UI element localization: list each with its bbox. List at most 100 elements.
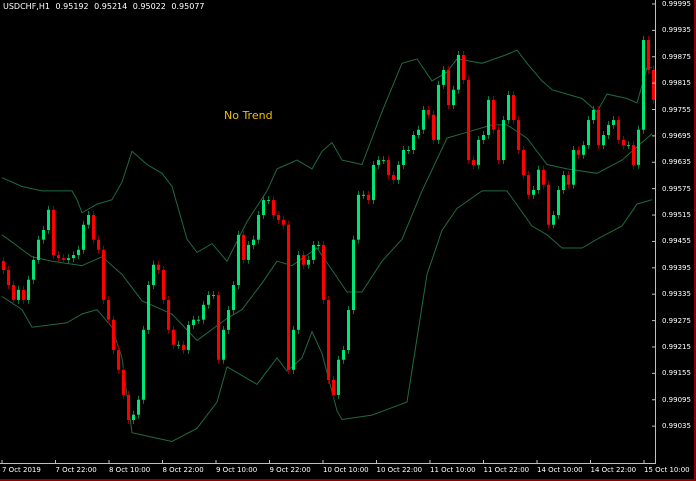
candle-body [327,299,330,380]
symbol-label: USDCHF,H1 [3,2,50,11]
candle [527,171,530,199]
candle-body [522,149,525,176]
candle [127,390,130,424]
candle-body [212,295,215,297]
candle-body [387,160,390,176]
candle [317,240,320,249]
candle [47,205,50,234]
candle-body [587,120,590,146]
candle-body [52,209,55,256]
candle-body [392,175,395,180]
candle [487,95,490,140]
y-tick-label: 0.99035 [662,422,691,431]
candle-body [272,200,275,216]
candle-body [17,289,20,300]
candle-body [602,135,605,146]
y-tick-label: 0.99635 [662,158,691,167]
candle [462,50,465,85]
candle-body [287,224,290,370]
candle-body [502,120,505,161]
candle [492,95,495,134]
candle-body [152,264,155,285]
candle-body [117,350,120,370]
candle-body [547,184,550,225]
candle-body [32,259,35,280]
candle [352,235,355,315]
candle-body [267,200,270,202]
candle [477,135,480,169]
candle-body [167,299,170,330]
candle [247,240,250,264]
candle-body [557,189,560,216]
x-tick-label: 8 Oct 10:00 [109,466,151,474]
candle-body [217,295,220,360]
candle-body [7,270,10,285]
candle-body [102,249,105,300]
candle [367,190,370,205]
candle-body [462,54,465,81]
candle [347,306,350,355]
candle [407,145,410,154]
candle [632,141,635,169]
candle [642,36,645,134]
candle [377,156,380,169]
candle-body [27,279,30,300]
candle [437,80,440,144]
y-tick-label: 0.99455 [662,237,691,246]
candle [217,291,220,364]
candle-body [282,219,285,225]
candle-body [322,244,325,300]
candle [307,255,310,269]
x-tick-label: 7 Oct 22:00 [55,466,97,474]
candle [577,145,580,159]
high-value: 0.95214 [94,2,128,11]
candle-body [132,414,135,420]
candle [97,235,100,254]
candle-body [427,109,430,115]
candle [537,165,540,194]
candle [647,36,650,74]
candle [197,315,200,324]
y-tick-label: 0.99335 [662,290,691,299]
candle-body [342,350,345,360]
candle-body [647,40,650,70]
candle-body [527,175,530,195]
candle-body [202,304,205,320]
y-tick-label: 0.99575 [662,184,691,193]
candle-body [172,329,175,345]
candle [522,145,525,180]
candle [597,105,600,150]
close-value: 0.95077 [171,2,205,11]
candle-body [457,54,460,90]
y-tick-label: 0.99095 [662,395,691,404]
candle-body [442,69,445,85]
candle [567,171,570,189]
candle-body [542,169,545,185]
candle-body [417,129,420,136]
candle [192,315,195,329]
candle-body [77,249,80,256]
candle [562,171,565,194]
y-tick-label: 0.99875 [662,52,691,61]
candle [117,346,120,374]
candle-body [72,255,75,259]
candle [452,85,455,110]
x-tick-label: 9 Oct 10:00 [216,466,258,474]
candle [507,90,510,125]
candle [227,306,230,334]
candle [332,375,335,399]
candle-body [192,319,195,325]
candle-body [642,40,645,130]
candle-body [537,169,540,190]
candle [122,365,125,399]
candle [67,254,70,264]
x-tick-label: 9 Oct 22:00 [269,466,311,474]
candle-body [37,239,40,260]
plot-area[interactable] [0,0,656,464]
candle [222,325,225,364]
candle-body [62,258,65,260]
candle [92,211,95,244]
candle-body [317,244,320,246]
candle-body [237,234,240,285]
x-tick-label: 11 Oct 10:00 [430,466,476,474]
